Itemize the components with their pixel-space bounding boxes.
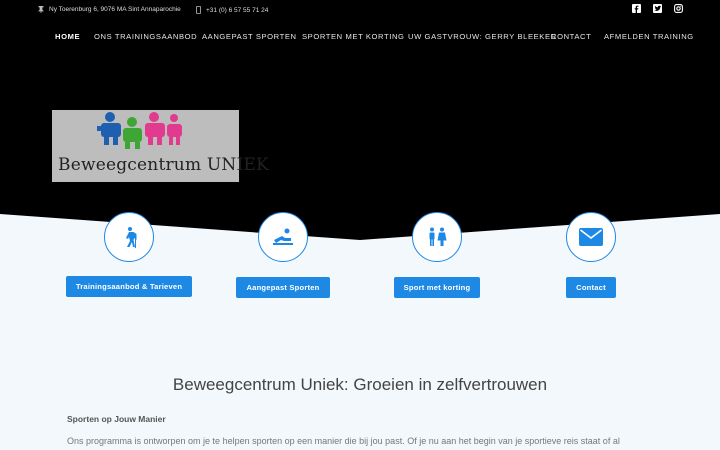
- contact-button[interactable]: Contact: [566, 277, 616, 298]
- sport-met-korting-button[interactable]: Sport met korting: [393, 277, 481, 298]
- people-icon: [429, 227, 447, 246]
- feature-circle[interactable]: [566, 212, 616, 262]
- hiker-icon: [126, 227, 137, 248]
- top-info-bar: Ny Toerenburg 6, 9076 MA Sint Annaparoch…: [0, 0, 720, 20]
- site-logo[interactable]: Beweegcentrum UNIEK: [52, 110, 269, 182]
- section-subheading: Sporten op Jouw Manier: [67, 414, 166, 424]
- aangepast-sporten-button[interactable]: Aangepast Sporten: [236, 277, 330, 298]
- puzzle-figures-icon: [97, 112, 182, 149]
- trainingsaanbod-button[interactable]: Trainingsaanbod & Tarieven: [65, 276, 193, 297]
- instagram-icon[interactable]: [674, 4, 683, 13]
- nav-ons-trainingsaanbod[interactable]: ONS TRAININGSAANBOD: [94, 32, 197, 41]
- facebook-icon[interactable]: [632, 4, 641, 13]
- feature-sport-met-korting: Sport met korting: [357, 212, 517, 298]
- feature-trainingsaanbod: Trainingsaanbod & Tarieven: [49, 212, 209, 297]
- social-links: [632, 4, 683, 13]
- feature-aangepast-sporten: Aangepast Sporten: [203, 212, 363, 298]
- pin-icon: [38, 6, 44, 13]
- main-nav: HOME ONS TRAININGSAANBOD AANGEPAST SPORT…: [0, 20, 720, 52]
- mail-icon: [579, 228, 603, 246]
- address-info: Ny Toerenburg 6, 9076 MA Sint Annaparoch…: [38, 6, 181, 13]
- phone-text[interactable]: +31 (0) 6 57 55 71 24: [206, 7, 268, 14]
- feature-contact: Contact: [511, 212, 671, 298]
- intro-paragraph: Ons programma is ontworpen om je te help…: [67, 436, 620, 446]
- address-text: Ny Toerenburg 6, 9076 MA Sint Annaparoch…: [49, 6, 181, 13]
- nav-sporten-met-korting[interactable]: SPORTEN MET KORTING: [302, 32, 405, 41]
- nav-home[interactable]: HOME: [55, 32, 80, 41]
- nav-aangepast-sporten[interactable]: AANGEPAST SPORTEN: [202, 32, 297, 41]
- nav-afmelden-training[interactable]: AFMELDEN TRAINING: [604, 32, 694, 41]
- feature-circle[interactable]: [104, 212, 154, 262]
- page-title: Beweegcentrum Uniek: Groeien in zelfvert…: [172, 375, 548, 394]
- feature-circle[interactable]: [412, 212, 462, 262]
- twitter-icon[interactable]: [653, 4, 662, 13]
- feature-circle[interactable]: [258, 212, 308, 262]
- accessible-icon: [273, 228, 293, 245]
- phone-icon: [196, 6, 201, 14]
- nav-gastvrouw[interactable]: UW GASTVROUW: GERRY BLEEKER: [408, 32, 557, 41]
- phone-info: +31 (0) 6 57 55 71 24: [196, 6, 268, 14]
- logo-text: Beweegcentrum UNIEK: [58, 155, 269, 175]
- nav-contact[interactable]: CONTACT: [551, 32, 591, 41]
